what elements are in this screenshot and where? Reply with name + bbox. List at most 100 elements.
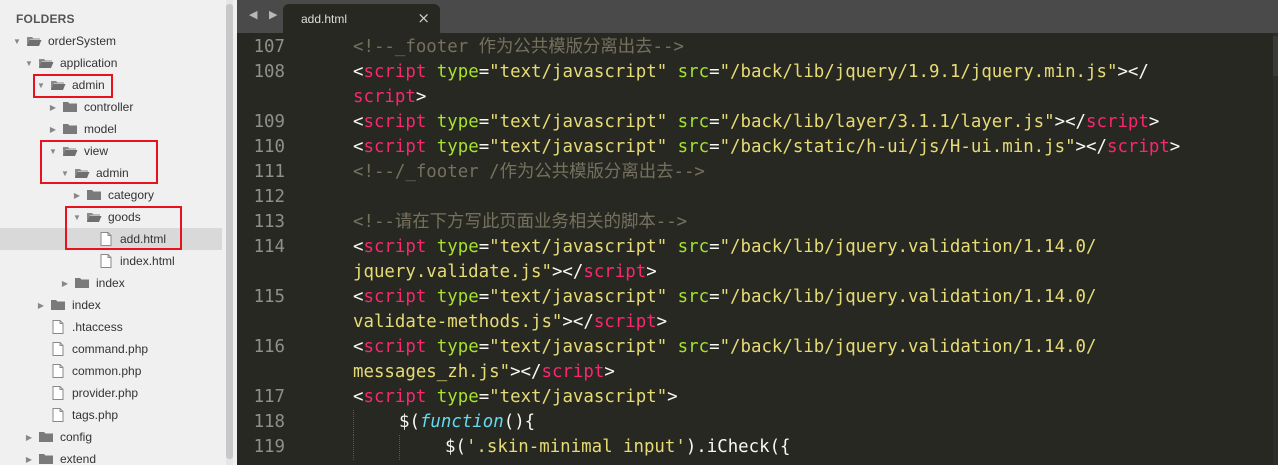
tab-add-html[interactable]: add.html ×	[283, 4, 440, 33]
code-text: <!--/_footer /作为公共模版分离出去-->	[353, 160, 705, 185]
code-token: src	[677, 62, 710, 82]
code-text: <!--请在下方写此页面业务相关的脚本-->	[353, 210, 687, 235]
code-token: >	[1169, 137, 1181, 157]
line-number: 115	[253, 287, 285, 307]
file-icon	[50, 364, 72, 378]
editor-scrollbar-thumb[interactable]	[1273, 36, 1278, 76]
code-token: >	[646, 262, 657, 282]
tree-folder[interactable]: ▼ orderSystem	[0, 30, 222, 52]
code-token: "text/javascript"	[489, 137, 668, 157]
tree-item-label: index.html	[120, 254, 175, 268]
code-text: messages_zh.js"></script>	[353, 360, 615, 385]
highlight-box-admin	[33, 74, 113, 98]
tree-folder[interactable]: ▶ controller	[0, 96, 222, 118]
tree-item-label: model	[84, 122, 117, 136]
chevron-right-icon[interactable]: ▶	[24, 455, 34, 464]
code-token: type	[436, 337, 479, 357]
chevron-down-icon[interactable]: ▼	[24, 59, 34, 68]
code-token: >	[415, 87, 427, 107]
code-token: '.skin-minimal input'	[465, 437, 686, 457]
tree-file[interactable]: command.php	[0, 338, 222, 360]
chevron-down-icon[interactable]: ▼	[12, 37, 22, 46]
code-text: <script type="text/javascript">	[353, 385, 678, 410]
tree-item-label: controller	[84, 100, 134, 114]
folder-open-icon	[26, 35, 48, 47]
chevron-right-icon[interactable]: ▶	[36, 301, 46, 310]
folder-icon	[62, 123, 84, 135]
indent-guide	[353, 410, 354, 435]
folder-icon	[38, 431, 60, 443]
tree-folder[interactable]: ▶ extend	[0, 448, 222, 465]
code-token: validate-methods.js"	[353, 312, 563, 332]
code-token: <!--/_footer /作为公共模版分离出去-->	[353, 162, 705, 182]
line-number: 107	[253, 37, 285, 57]
code-token: "/back/lib/jquery/1.9.1/jquery.min.js"	[719, 62, 1118, 82]
file-icon	[50, 386, 72, 400]
code-text: validate-methods.js"></script>	[353, 310, 667, 335]
chevron-right-icon[interactable]: ▶	[48, 103, 58, 112]
close-icon[interactable]: ×	[417, 9, 430, 27]
tree-folder[interactable]: ▶ index	[0, 272, 222, 294]
code-token: ></	[510, 362, 542, 382]
code-token: script	[583, 262, 647, 282]
tree-folder[interactable]: ▶ category	[0, 184, 222, 206]
tree-file[interactable]: index.html	[0, 250, 222, 272]
code-token: script	[363, 337, 427, 357]
code-token: "/back/static/h-ui/js/H-ui.min.js"	[719, 137, 1076, 157]
tree-file[interactable]: .htaccess	[0, 316, 222, 338]
code-text: <!--_footer 作为公共模版分离出去-->	[353, 35, 684, 60]
chevron-right-icon[interactable]: ▶	[48, 125, 58, 134]
line-number: 118	[253, 412, 285, 432]
sidebar-scrollbar-thumb[interactable]	[226, 4, 233, 459]
tree-folder[interactable]: ▶ config	[0, 426, 222, 448]
line-number: 112	[253, 187, 285, 207]
chevron-right-icon[interactable]: ▶	[72, 191, 82, 200]
code-token: ></	[1117, 62, 1149, 82]
code-token: <	[353, 287, 364, 307]
code-token: ></	[1075, 137, 1107, 157]
editor: ◀ ▶ add.html × 107 <!--_footer 作为公共模版分离出去…	[237, 0, 1278, 465]
tab-bar: ◀ ▶ add.html ×	[237, 0, 1278, 33]
file-icon	[50, 342, 72, 356]
code-text: jquery.validate.js"></script>	[353, 260, 657, 285]
tree-folder[interactable]: ▶ index	[0, 294, 222, 316]
tree-folder[interactable]: ▶ model	[0, 118, 222, 140]
code-token: script	[353, 87, 416, 107]
code-token: script	[363, 387, 427, 407]
code-token: ).iCheck({	[685, 437, 791, 457]
tree-folder[interactable]: ▼ application	[0, 52, 222, 74]
code-token: script	[541, 362, 605, 382]
tree-file[interactable]: tags.php	[0, 404, 222, 426]
code-token: "/back/lib/layer/3.1.1/layer.js"	[719, 112, 1055, 132]
tab-nav-arrows[interactable]: ◀ ▶	[249, 8, 281, 21]
file-icon	[50, 320, 72, 334]
code-token: type	[436, 112, 479, 132]
chevron-right-icon[interactable]: ▶	[24, 433, 34, 442]
code-token: "/back/lib/jquery.validation/1.14.0/	[719, 237, 1097, 257]
code-token: =	[478, 112, 490, 132]
code-token: <	[353, 237, 364, 257]
code-token: <!--请在下方写此页面业务相关的脚本-->	[353, 212, 688, 232]
tree-file[interactable]: provider.php	[0, 382, 222, 404]
code-token: =	[709, 137, 720, 157]
code-view[interactable]: 107 <!--_footer 作为公共模版分离出去--> 108 <script t…	[237, 33, 1278, 465]
code-token: ></	[551, 262, 584, 282]
code-token: <	[353, 112, 364, 132]
code-text: <script type="text/javascript" src="/bac…	[353, 60, 1149, 85]
code-token: $(	[399, 412, 420, 432]
tree-file[interactable]: common.php	[0, 360, 222, 382]
code-token: ></	[562, 312, 594, 332]
chevron-right-icon[interactable]: ▶	[60, 279, 70, 288]
indent-guide	[353, 435, 354, 460]
code-token: =	[478, 62, 490, 82]
editor-scrollbar-track[interactable]	[1273, 33, 1278, 465]
line-number: 109	[253, 112, 285, 132]
